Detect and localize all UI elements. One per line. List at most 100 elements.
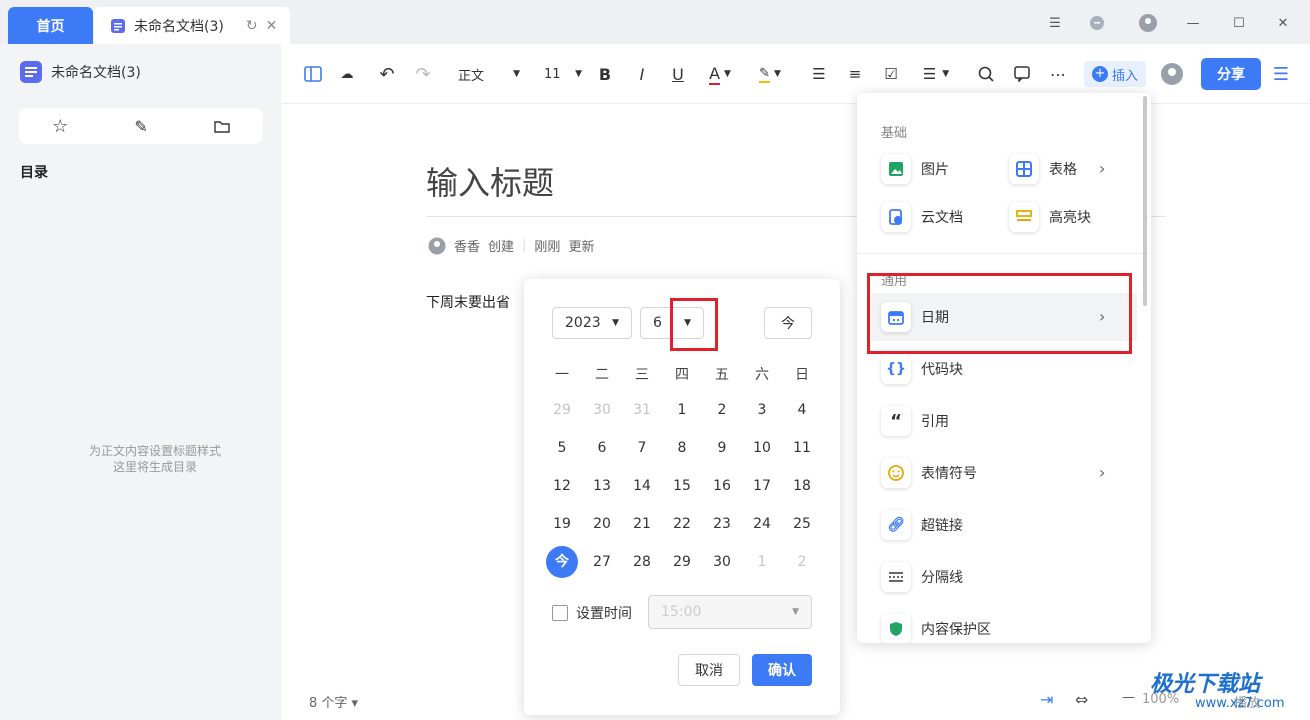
calendar-day[interactable]: 23 <box>706 508 738 540</box>
font-size-select[interactable]: 11 ▼ <box>544 62 582 86</box>
calendar-day[interactable]: 7 <box>626 432 658 464</box>
search-icon[interactable] <box>975 62 997 86</box>
undo-icon[interactable]: ↶ <box>376 62 398 86</box>
calendar-day[interactable]: 30 <box>706 546 738 578</box>
calendar-day[interactable]: 9 <box>706 432 738 464</box>
calendar-day[interactable]: 12 <box>546 470 578 502</box>
calendar-day[interactable]: 1 <box>746 546 778 578</box>
calendar-day[interactable]: 17 <box>746 470 778 502</box>
calendar-day[interactable]: 25 <box>786 508 818 540</box>
close-window-icon[interactable]: ✕ <box>1272 12 1294 34</box>
calendar-day[interactable]: 8 <box>666 432 698 464</box>
bold-icon[interactable]: B <box>595 62 615 86</box>
calendar-day[interactable]: 30 <box>586 394 618 426</box>
full-width-icon[interactable]: ⇔ <box>1075 690 1088 709</box>
menu-item-divider[interactable]: 分隔线 <box>881 562 963 592</box>
list-icon[interactable]: ☰ <box>1044 12 1066 34</box>
tab-document[interactable]: 未命名文档(3) ↻ ✕ <box>94 7 290 44</box>
menu-icon[interactable]: ☰ <box>1270 62 1292 86</box>
calendar-day[interactable]: 27 <box>586 546 618 578</box>
close-tab-icon[interactable]: ✕ <box>266 18 278 34</box>
share-button[interactable]: 分享 <box>1201 58 1261 90</box>
sidebar <box>0 44 281 720</box>
calendar-day[interactable]: 4 <box>786 394 818 426</box>
calendar-day[interactable]: 1 <box>666 394 698 426</box>
menu-item-highlight-block[interactable]: 高亮块 <box>1009 202 1091 232</box>
menu-item-cloud-doc[interactable]: 云文档 <box>881 202 963 232</box>
shield-icon <box>881 614 911 643</box>
menu-item-code-block[interactable]: {} 代码块 <box>881 354 963 384</box>
calendar-day[interactable]: 16 <box>706 470 738 502</box>
refresh-icon[interactable]: ↻ <box>246 18 258 34</box>
word-count[interactable]: 8 个字 ▾ <box>309 692 358 711</box>
italic-icon[interactable]: I <box>632 62 652 86</box>
doc-icon <box>110 18 126 34</box>
tab-home[interactable]: 首页 <box>8 7 93 44</box>
style-select[interactable]: 正文 ▼ <box>458 62 520 86</box>
menu-item-emoji[interactable]: 表情符号 <box>881 458 977 488</box>
collaborator-avatar[interactable] <box>1160 62 1184 86</box>
year-select[interactable]: 2023 ▼ <box>552 307 632 339</box>
menu-item-image[interactable]: 图片 <box>881 154 949 184</box>
cloud-icon[interactable]: ☁ <box>336 62 358 86</box>
cancel-button[interactable]: 取消 <box>678 654 740 686</box>
document-body[interactable]: 下周末要出省 <box>426 292 510 312</box>
plus-icon: + <box>1091 66 1108 82</box>
bullet-list-icon[interactable]: ☰ <box>808 62 830 86</box>
calendar-day[interactable]: 31 <box>626 394 658 426</box>
weekday-label: 四 <box>675 367 689 383</box>
calendar-day[interactable]: 2 <box>706 394 738 426</box>
highlight-icon[interactable]: ✎ ▼ <box>754 62 786 86</box>
calendar-day[interactable]: 21 <box>626 508 658 540</box>
user-avatar[interactable] <box>1137 12 1159 34</box>
calendar-day[interactable]: 10 <box>746 432 778 464</box>
sidebar-toggle-icon[interactable] <box>302 62 324 86</box>
comment-icon[interactable] <box>1011 62 1033 86</box>
chat-icon[interactable] <box>1086 12 1108 34</box>
checkbox-list-icon[interactable]: ☑ <box>880 62 902 86</box>
calendar-day[interactable]: 18 <box>786 470 818 502</box>
calendar-day[interactable]: 14 <box>626 470 658 502</box>
more-icon[interactable]: ⋯ <box>1047 62 1069 86</box>
calendar-day[interactable]: 20 <box>586 508 618 540</box>
document-title[interactable]: 输入标题 <box>426 158 554 204</box>
calendar-day[interactable]: 15 <box>666 470 698 502</box>
insert-button[interactable]: + 插入 <box>1084 61 1146 87</box>
zoom-out-icon[interactable]: — <box>1122 690 1135 705</box>
checkbox-icon[interactable] <box>552 605 568 621</box>
calendar-day[interactable]: 19 <box>546 508 578 540</box>
calendar-day[interactable]: 29 <box>666 546 698 578</box>
calendar-day[interactable]: 今 <box>546 546 578 578</box>
calendar-day[interactable]: 6 <box>586 432 618 464</box>
menu-scrollbar[interactable] <box>1143 96 1147 306</box>
calendar-day[interactable]: 29 <box>546 394 578 426</box>
calendar-day[interactable]: 28 <box>626 546 658 578</box>
today-button[interactable]: 今 <box>764 307 812 339</box>
calendar-day[interactable]: 5 <box>546 432 578 464</box>
folder-icon[interactable] <box>214 119 230 133</box>
font-color-icon[interactable]: A ▼ <box>704 62 736 86</box>
fit-width-icon[interactable]: ⇥ <box>1040 690 1053 709</box>
calendar-day[interactable]: 13 <box>586 470 618 502</box>
tag-icon[interactable]: ✎ <box>134 117 147 136</box>
weekday-label: 三 <box>635 367 649 383</box>
calendar-day[interactable]: 3 <box>746 394 778 426</box>
align-icon[interactable]: ☰ ▼ <box>916 62 956 86</box>
calendar-day[interactable]: 11 <box>786 432 818 464</box>
calendar-day[interactable]: 22 <box>666 508 698 540</box>
confirm-button[interactable]: 确认 <box>752 654 812 686</box>
doc-icon <box>20 61 42 83</box>
calendar-day[interactable]: 24 <box>746 508 778 540</box>
maximize-icon[interactable]: ☐ <box>1228 12 1250 34</box>
calendar-day[interactable]: 2 <box>786 546 818 578</box>
underline-icon[interactable]: U <box>668 62 688 86</box>
star-icon[interactable]: ☆ <box>52 116 68 137</box>
menu-item-quote[interactable]: “引用 <box>881 406 949 436</box>
menu-item-table[interactable]: 表格 <box>1009 154 1077 184</box>
menu-item-protected-area[interactable]: 内容保护区 <box>881 614 991 643</box>
menu-item-link[interactable]: 🔗︎ 超链接 <box>881 510 963 540</box>
set-time-checkbox[interactable]: 设置时间 <box>552 603 632 623</box>
numbered-list-icon[interactable]: ≡ <box>844 62 866 86</box>
redo-icon[interactable]: ↷ <box>412 62 434 86</box>
minimize-icon[interactable]: — <box>1182 12 1204 34</box>
